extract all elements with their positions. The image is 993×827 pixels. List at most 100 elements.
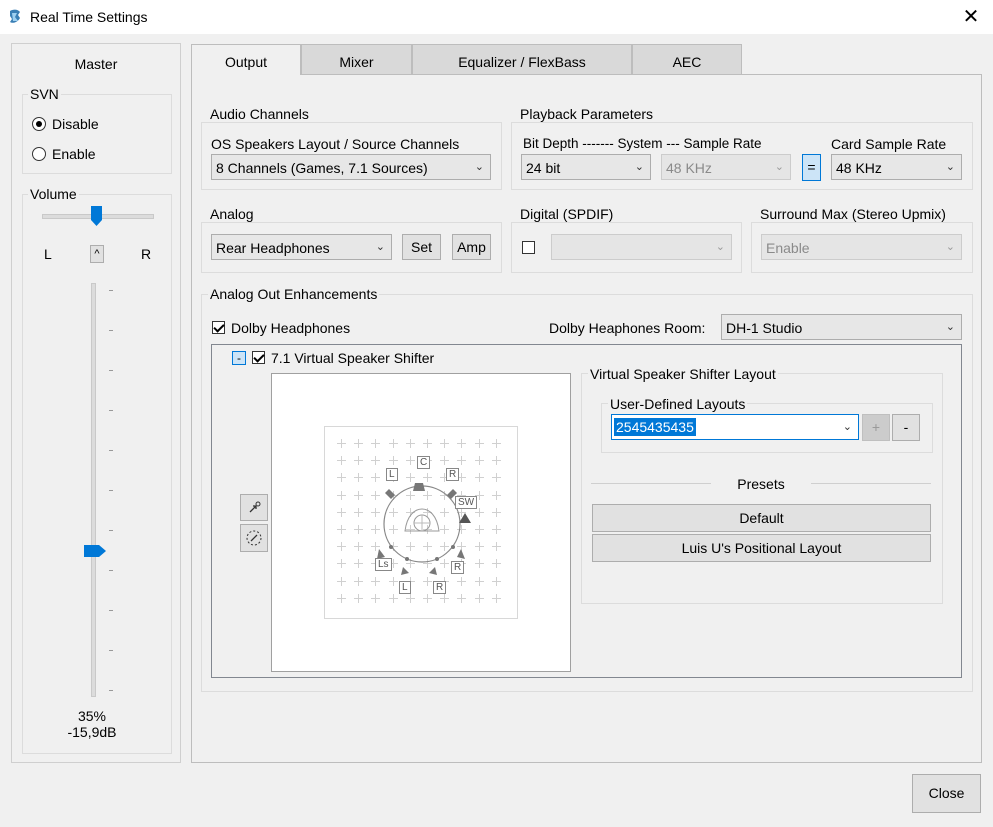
- grid-marker: [491, 593, 501, 603]
- close-button[interactable]: Close: [912, 774, 981, 813]
- speaker-label[interactable]: R: [451, 561, 465, 574]
- system-rate-value: 48 KHz: [666, 160, 712, 176]
- grid-marker: [337, 576, 346, 586]
- grid-marker: [474, 439, 484, 448]
- speaker-grid: L C R SW Ls R L R: [324, 426, 518, 619]
- master-panel: Master SVN Disable Enable Volume L ^ R 3…: [11, 43, 181, 763]
- volume-tick: [109, 450, 113, 451]
- svn-disable-radio[interactable]: [32, 117, 46, 131]
- tab-aec[interactable]: AEC: [632, 44, 742, 74]
- svn-group: [22, 94, 172, 174]
- balance-center-button[interactable]: ^: [90, 245, 104, 263]
- grid-marker: [354, 439, 364, 448]
- speaker-canvas[interactable]: L C R SW Ls R L R: [271, 373, 571, 672]
- user-layouts-value[interactable]: 2545435435: [614, 418, 696, 436]
- svn-enable-label[interactable]: Enable: [52, 146, 96, 162]
- chevron-down-icon: ⌄: [774, 161, 784, 173]
- bitdepth-label: Bit Depth ------- System --- Sample Rate: [523, 136, 762, 151]
- grid-marker: [423, 439, 432, 448]
- volume-percent: 35%: [77, 708, 107, 724]
- digital-checkbox[interactable]: [522, 241, 535, 254]
- speakers-layout-value: 8 Channels (Games, 7.1 Sources): [216, 160, 428, 176]
- volume-tick: [109, 490, 113, 491]
- svn-enable-radio[interactable]: [32, 147, 46, 161]
- set-button[interactable]: Set: [402, 234, 441, 260]
- speaker-label[interactable]: L: [386, 468, 398, 481]
- digital-label: Digital (SPDIF): [518, 206, 616, 222]
- speaker-label[interactable]: R: [446, 468, 460, 481]
- speaker-label[interactable]: R: [433, 581, 447, 594]
- speaker-label[interactable]: SW: [455, 496, 478, 509]
- grid-marker: [388, 456, 398, 466]
- balance-thumb[interactable]: [90, 205, 103, 227]
- balance-right-label: R: [141, 246, 152, 262]
- grid-marker: [491, 507, 501, 517]
- volume-tick: [109, 370, 113, 371]
- speakers-layout-select[interactable]: 8 Channels (Games, 7.1 Sources) ⌄: [211, 154, 491, 180]
- tab-equalizer[interactable]: Equalizer / FlexBass: [412, 44, 632, 74]
- speaker-label[interactable]: L: [399, 581, 411, 594]
- rotate-icon: [246, 530, 262, 546]
- volume-track: [91, 283, 96, 697]
- presets-divider-right: [811, 483, 931, 484]
- grid-marker: [354, 542, 364, 552]
- vss-layout-label: Virtual Speaker Shifter Layout: [588, 366, 778, 382]
- surround-select: Enable ⌄: [761, 234, 962, 260]
- user-layouts-select[interactable]: 2545435435 ⌄: [611, 414, 859, 440]
- volume-label: Volume: [28, 186, 79, 202]
- window-title: Real Time Settings: [30, 9, 148, 25]
- dolby-headphones-label[interactable]: Dolby Headphones: [231, 320, 350, 336]
- preset-luis-button[interactable]: Luis U's Positional Layout: [592, 534, 931, 562]
- grid-marker: [354, 473, 364, 483]
- preset-default-button[interactable]: Default: [592, 504, 931, 532]
- dolby-room-label: Dolby Heaphones Room:: [549, 320, 706, 336]
- grid-marker: [491, 576, 501, 586]
- grid-marker: [405, 456, 415, 466]
- volume-tick: [109, 290, 113, 291]
- grid-marker: [371, 439, 381, 448]
- card-rate-select[interactable]: 48 KHz ⌄: [831, 154, 962, 180]
- grid-marker: [457, 439, 467, 448]
- grid-marker: [405, 439, 415, 448]
- speaker-label[interactable]: Ls: [375, 558, 392, 571]
- analog-output-select[interactable]: Rear Headphones ⌄: [211, 234, 392, 260]
- volume-tick: [109, 330, 113, 331]
- close-icon[interactable]: ✕: [958, 4, 984, 30]
- volume-thumb[interactable]: [83, 544, 107, 558]
- grid-marker: [440, 456, 450, 466]
- analog-output-value: Rear Headphones: [216, 240, 330, 256]
- presets-divider-left: [591, 483, 711, 484]
- presets-label: Presets: [737, 476, 785, 492]
- move-speaker-tool[interactable]: [240, 494, 268, 521]
- speaker-shifter-checkbox[interactable]: [252, 351, 265, 364]
- card-rate-label: Card Sample Rate: [831, 136, 947, 152]
- bitdepth-select[interactable]: 24 bit ⌄: [521, 154, 651, 180]
- analog-label: Analog: [208, 206, 256, 222]
- grid-marker: [337, 439, 346, 448]
- grid-marker: [354, 559, 364, 569]
- tab-output[interactable]: Output: [191, 44, 301, 75]
- surround-value: Enable: [766, 240, 810, 256]
- dolby-room-select[interactable]: DH-1 Studio ⌄: [721, 314, 962, 340]
- grid-marker: [491, 559, 501, 569]
- grid-marker: [491, 525, 501, 534]
- add-layout-button: +: [862, 414, 890, 441]
- collapse-button[interactable]: -: [232, 351, 246, 365]
- grid-marker: [337, 473, 346, 483]
- grid-marker: [474, 456, 484, 466]
- amp-button[interactable]: Amp: [452, 234, 491, 260]
- tab-mixer[interactable]: Mixer: [301, 44, 412, 74]
- speaker-shifter-label[interactable]: 7.1 Virtual Speaker Shifter: [271, 350, 434, 366]
- link-rate-button[interactable]: =: [802, 154, 821, 181]
- rotate-speaker-tool[interactable]: [240, 524, 268, 552]
- volume-tick: [109, 610, 113, 611]
- speaker-label[interactable]: C: [417, 456, 431, 469]
- remove-layout-button[interactable]: -: [892, 414, 920, 441]
- svn-disable-label[interactable]: Disable: [52, 116, 99, 132]
- dolby-headphones-checkbox[interactable]: [212, 321, 225, 334]
- chevron-down-icon: ⌄: [945, 161, 955, 173]
- bitdepth-value: 24 bit: [526, 160, 561, 176]
- volume-db: -15,9dB: [67, 724, 117, 740]
- chevron-down-icon: ⌄: [474, 161, 484, 173]
- grid-marker: [337, 490, 346, 500]
